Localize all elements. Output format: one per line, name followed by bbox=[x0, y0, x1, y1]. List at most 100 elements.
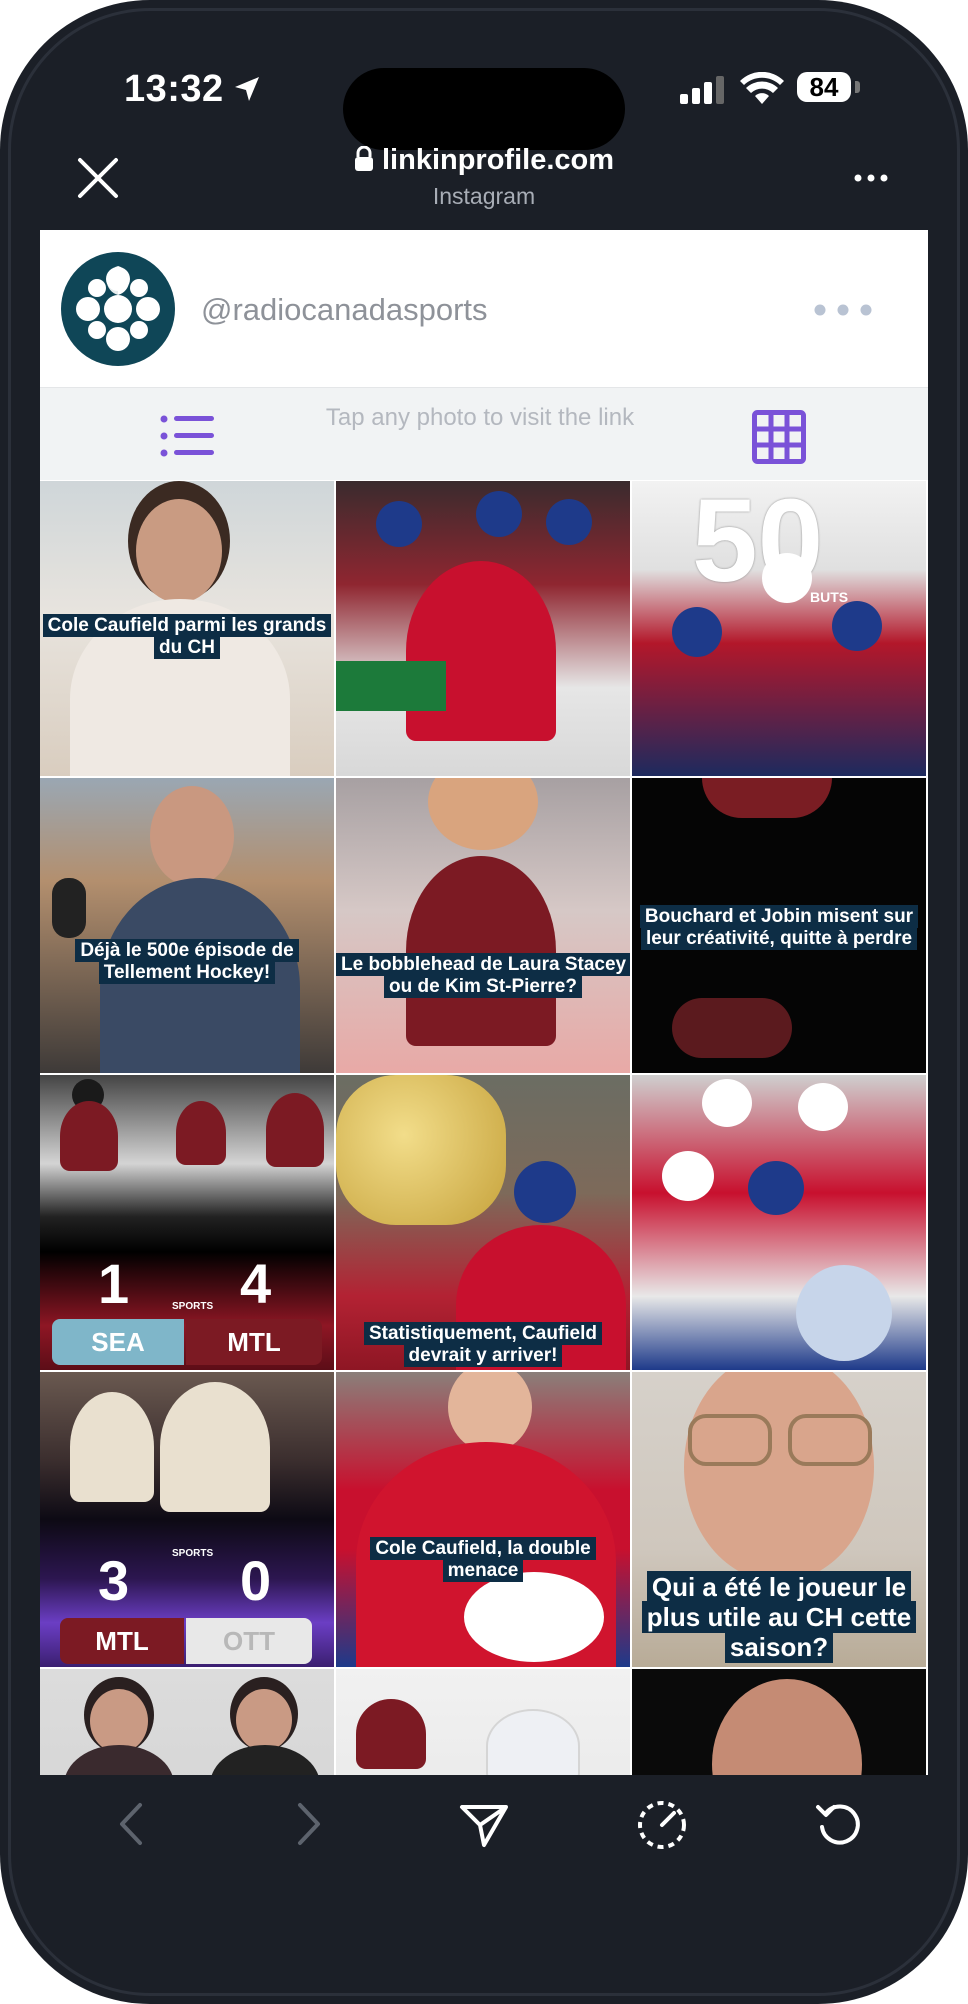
player-figure bbox=[672, 998, 792, 1058]
player-helmet bbox=[762, 553, 812, 603]
player-helmet bbox=[662, 1151, 714, 1201]
network-tag: SPORTS bbox=[172, 1301, 214, 1312]
reload-icon[interactable] bbox=[814, 1799, 866, 1851]
send-icon[interactable] bbox=[458, 1799, 510, 1849]
battery-tip bbox=[855, 81, 860, 93]
player-jersey bbox=[160, 1382, 270, 1512]
person-head bbox=[684, 1372, 874, 1582]
player-helmet bbox=[546, 499, 592, 545]
url-area[interactable]: linkinprofile.com Instagram bbox=[40, 144, 928, 210]
bobblehead-head bbox=[428, 778, 538, 850]
player-jersey bbox=[176, 1101, 226, 1165]
player-helmet bbox=[798, 1083, 848, 1131]
web-page: @radiocanadasports Tap any photo to visi… bbox=[40, 230, 928, 1775]
radio-canada-logo[interactable] bbox=[61, 252, 175, 366]
player-head bbox=[448, 1372, 532, 1452]
tile-caption: Cole Caufield parmi les grands du CH bbox=[40, 614, 334, 659]
tile-caption: Qui a été le joueur le plus utile au CH … bbox=[632, 1571, 926, 1663]
away-score: 4 bbox=[240, 1252, 272, 1315]
photo-tile[interactable]: 1 4 SPORTS SEA MTL bbox=[40, 1075, 334, 1370]
lock-icon bbox=[354, 146, 373, 171]
player-jersey bbox=[356, 1699, 426, 1769]
person-head bbox=[150, 786, 234, 886]
photo-tile[interactable] bbox=[40, 1669, 334, 1775]
home-team: SEA bbox=[52, 1319, 184, 1365]
view-controls: Tap any photo to visit the link bbox=[40, 387, 928, 480]
browser-top-bar: linkinprofile.com Instagram bbox=[40, 130, 928, 230]
bobblehead-body bbox=[406, 856, 556, 1046]
badge-word: BUTS bbox=[810, 589, 849, 605]
more-icon[interactable] bbox=[854, 174, 888, 182]
battery-level: 84 bbox=[797, 72, 851, 102]
photo-tile[interactable]: Qui a été le joueur le plus utile au CH … bbox=[632, 1372, 926, 1667]
cbc-gem-icon bbox=[76, 266, 160, 351]
tap-hint: Tap any photo to visit the link bbox=[325, 404, 635, 431]
browser-bottom-bar bbox=[0, 1775, 968, 1895]
home-score: 3 bbox=[98, 1549, 130, 1612]
player-jersey bbox=[266, 1093, 324, 1167]
wifi-icon bbox=[740, 72, 784, 104]
player-jersey bbox=[406, 561, 556, 741]
url-subtitle: Instagram bbox=[432, 183, 536, 209]
photo-tile[interactable]: 50 BUTS bbox=[632, 481, 926, 776]
person-head bbox=[236, 1689, 292, 1751]
player-jersey bbox=[60, 1101, 118, 1171]
tile-caption: Cole Caufield, la double menace bbox=[336, 1537, 630, 1582]
rink-board bbox=[336, 661, 446, 711]
tile-caption: Statistiquement, Caufield devrait y arri… bbox=[336, 1322, 630, 1367]
photo-tile[interactable]: Déjà le 500e épisode de Tellement Hockey… bbox=[40, 778, 334, 1073]
photo-tile[interactable] bbox=[632, 1669, 926, 1775]
profile-header: @radiocanadasports bbox=[40, 230, 928, 385]
photo-tile[interactable]: Bouchard et Jobin misent sur leur créati… bbox=[632, 778, 926, 1073]
player-helmet bbox=[376, 501, 422, 547]
person-body bbox=[64, 1745, 174, 1775]
glasses bbox=[688, 1414, 872, 1466]
network-tag: SPORTS bbox=[172, 1548, 214, 1559]
phone-frame: 13:32 84 linkinprofile.com Instagram @ra… bbox=[0, 0, 968, 2004]
grid-view-icon[interactable] bbox=[752, 410, 806, 464]
profile-more-icon[interactable] bbox=[814, 304, 872, 316]
away-score: 0 bbox=[240, 1549, 272, 1612]
back-arrow-icon[interactable] bbox=[116, 1799, 146, 1849]
cellular-signal-icon bbox=[680, 76, 724, 104]
player-helmet bbox=[476, 491, 522, 537]
status-time: 13:32 bbox=[124, 68, 224, 110]
player-helmet bbox=[702, 1079, 752, 1127]
photo-tile[interactable]: Cole Caufield parmi les grands du CH bbox=[40, 481, 334, 776]
away-team: OTT bbox=[186, 1618, 312, 1664]
player-jersey bbox=[70, 1392, 154, 1502]
speedometer-icon[interactable] bbox=[636, 1799, 688, 1851]
profile-handle[interactable]: @radiocanadasports bbox=[201, 292, 488, 328]
player-helmet bbox=[832, 601, 882, 651]
photo-tile[interactable]: Statistiquement, Caufield devrait y arri… bbox=[336, 1075, 630, 1370]
team-logo bbox=[464, 1572, 604, 1662]
url-text: linkinprofile.com bbox=[381, 144, 615, 176]
person-head bbox=[90, 1689, 148, 1753]
microphone bbox=[52, 878, 86, 938]
photo-tile[interactable]: Le bobblehead de Laura Stacey ou de Kim … bbox=[336, 778, 630, 1073]
goalie-mask bbox=[796, 1265, 892, 1361]
home-team: MTL bbox=[60, 1618, 184, 1664]
forward-arrow-icon[interactable] bbox=[294, 1799, 324, 1849]
tile-caption: Bouchard et Jobin misent sur leur créati… bbox=[632, 905, 926, 950]
away-team: MTL bbox=[186, 1319, 322, 1365]
location-arrow-icon bbox=[235, 77, 259, 101]
url-line: linkinprofile.com bbox=[40, 144, 928, 177]
player-helmet bbox=[672, 607, 722, 657]
player-jersey bbox=[486, 1709, 580, 1775]
photo-tile[interactable] bbox=[632, 1075, 926, 1370]
player-helmet bbox=[748, 1161, 804, 1215]
tile-caption: Le bobblehead de Laura Stacey ou de Kim … bbox=[336, 953, 630, 998]
photo-tile[interactable]: Cole Caufield, la double menace bbox=[336, 1372, 630, 1667]
gold-balloon bbox=[336, 1075, 506, 1225]
player-figure bbox=[702, 778, 832, 818]
list-view-icon[interactable] bbox=[160, 414, 216, 458]
person-body bbox=[210, 1745, 320, 1775]
photo-tile[interactable] bbox=[336, 481, 630, 776]
tile-caption: Déjà le 500e épisode de Tellement Hockey… bbox=[40, 939, 334, 984]
photo-tile[interactable] bbox=[336, 1669, 630, 1775]
person-head bbox=[136, 499, 222, 603]
photo-tile[interactable]: 3 0 SPORTS MTL OTT bbox=[40, 1372, 334, 1667]
person-head bbox=[712, 1679, 862, 1775]
player-helmet bbox=[514, 1161, 576, 1223]
